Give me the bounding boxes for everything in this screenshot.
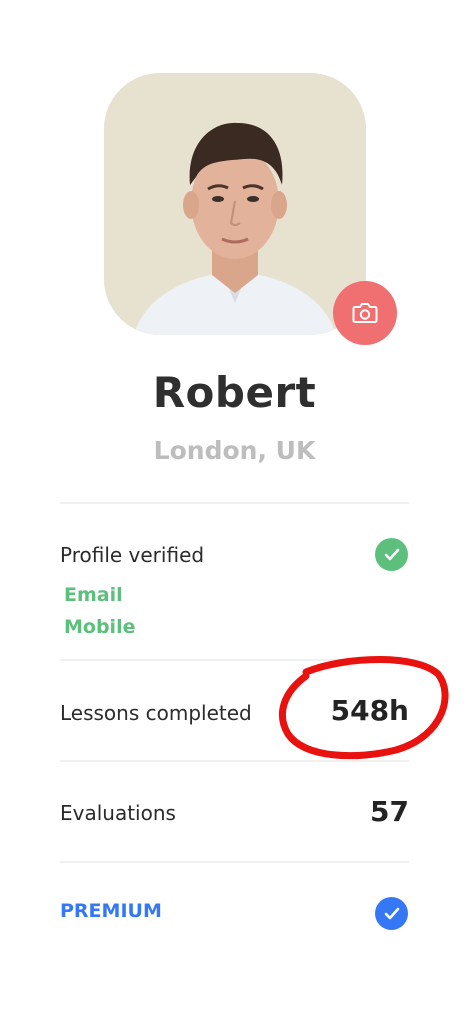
divider [60,502,409,504]
profile-location: London, UK [153,436,316,465]
camera-icon [352,303,378,323]
profile-verified-label: Profile verified [60,543,205,567]
evaluations-label: Evaluations [60,801,176,825]
annotation-circle [278,656,449,760]
avatar [104,73,366,335]
divider [60,760,409,762]
premium-check-icon [375,897,408,930]
divider [60,861,409,863]
change-photo-button[interactable] [333,281,397,345]
verified-check-icon [375,538,408,571]
profile-photo [104,73,366,335]
evaluations-value: 57 [370,795,409,828]
profile-screen: Robert London, UK Profile verified Email… [0,0,469,1024]
lessons-completed-label: Lessons completed [60,701,252,725]
profile-name: Robert [152,368,317,417]
verified-email-link[interactable]: Email [64,584,123,606]
verified-mobile-link[interactable]: Mobile [64,616,135,638]
premium-label[interactable]: PREMIUM [60,900,162,922]
